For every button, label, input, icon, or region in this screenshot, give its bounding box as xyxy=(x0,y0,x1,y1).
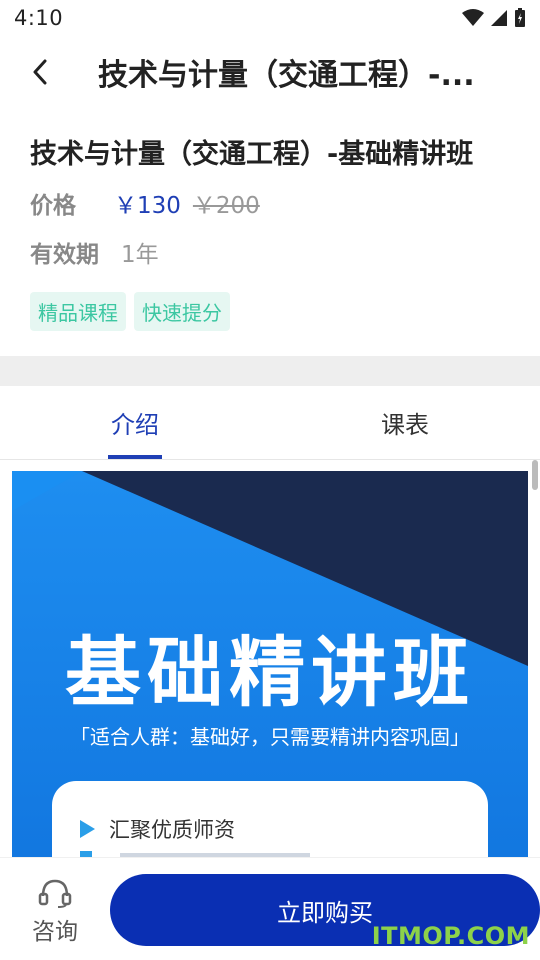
signal-icon xyxy=(491,10,507,26)
chevron-left-icon xyxy=(33,59,47,85)
banner-feature-item: 汇聚优质师资 xyxy=(80,814,235,844)
validity-value: 1年 xyxy=(121,242,159,268)
course-banner-image: 基础精讲班 「适合人群：基础好，只需要精讲内容巩固」 汇聚优质师资 xyxy=(12,471,528,857)
watermark: ITMOP.COM xyxy=(371,922,530,950)
banner-headline: 基础精讲班 xyxy=(65,628,475,717)
page-title: 技术与计量（交通工程）-... xyxy=(98,58,475,93)
tab-bar: 介绍 课表 xyxy=(0,386,540,460)
wifi-icon xyxy=(462,9,484,26)
tab-intro-label: 介绍 xyxy=(111,411,159,439)
scrollbar[interactable] xyxy=(532,460,538,490)
current-price: ￥130 xyxy=(114,193,181,219)
screen: 4:10 技术与计量（交通工程）-... 技术与计量（交通工程）-基础精讲班 价… xyxy=(0,0,540,960)
consult-label: 咨询 xyxy=(32,919,78,945)
validity-label: 有效期 xyxy=(30,242,99,268)
battery-icon xyxy=(515,8,525,27)
tab-intro[interactable]: 介绍 xyxy=(0,386,270,459)
original-price: ￥200 xyxy=(192,193,260,219)
section-divider xyxy=(0,356,540,386)
status-bar: 4:10 xyxy=(0,0,540,36)
banner-feature-text: 汇聚优质师资 xyxy=(109,818,235,842)
play-triangle-icon xyxy=(80,820,95,838)
tag-fast-improve: 快速提分 xyxy=(134,292,230,331)
nav-bar: 技术与计量（交通工程）-... xyxy=(0,40,540,104)
tab-schedule-label: 课表 xyxy=(381,411,429,439)
validity-row: 有效期 1年 xyxy=(30,235,159,269)
system-icons xyxy=(462,8,526,28)
headset-icon xyxy=(38,879,72,908)
consult-button[interactable]: 咨询 xyxy=(22,878,88,946)
back-button[interactable] xyxy=(0,40,80,104)
status-time: 4:10 xyxy=(14,6,64,30)
price-label: 价格 xyxy=(30,193,76,219)
course-tags: 精品课程 快速提分 xyxy=(30,292,230,331)
course-title: 技术与计量（交通工程）-基础精讲班 xyxy=(30,139,474,170)
price-row: 价格 ￥130 ￥200 xyxy=(30,186,260,220)
tab-schedule[interactable]: 课表 xyxy=(270,386,540,459)
banner-subtitle: 「适合人群：基础好，只需要精讲内容巩固」 xyxy=(70,725,470,749)
tag-quality-course: 精品课程 xyxy=(30,292,126,331)
tab-indicator xyxy=(108,455,162,459)
